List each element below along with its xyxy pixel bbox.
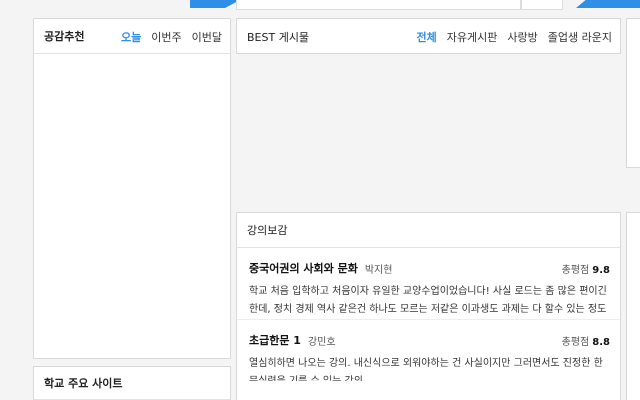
school-sites-panel: 학교 주요 사이트 [33,366,231,400]
lecture-review-item[interactable]: 초급한문 1 강민호 총평점 8.8 열심히하면 나오는 강의. 내신식으로 외워… [237,320,620,381]
course-name: 초급한문 1 [249,334,301,347]
score-label: 총평점 8.8 [561,336,610,348]
tab-free-board[interactable]: 자유게시판 [447,29,498,45]
popular-title: 공감추천 [44,30,85,43]
course-name: 중국어권의 사회와 문화 [249,262,358,275]
lecture-review-title: 강의보감 [247,224,288,237]
top-banner-accent-right [576,0,640,8]
top-banner-segment [521,0,563,10]
school-sites-header: 학교 주요 사이트 [34,367,230,400]
best-posts-title: BEST 게시물 [247,30,310,44]
popular-tabs: 오늘 이번주 이번달 [121,19,222,54]
top-banner-segment [236,0,521,10]
best-posts-tabs: 전체 자유게시판 사랑방 졸업생 라운지 [417,19,612,54]
popular-panel: 공감추천 오늘 이번주 이번달 [33,18,231,359]
lecture-review-panel: 강의보감 중국어권의 사회와 문화 박지현 총평점 9.8 학교 처음 입학하고 … [236,212,621,400]
lecture-review-item[interactable]: 중국어권의 사회와 문화 박지현 총평점 9.8 학교 처음 입학하고 처음이자 … [237,248,620,320]
best-posts-header: BEST 게시물 전체 자유게시판 사랑방 졸업생 라운지 [237,19,620,54]
school-sites-title: 학교 주요 사이트 [44,377,123,390]
tab-this-week[interactable]: 이번주 [151,29,181,45]
score-label: 총평점 9.8 [561,264,610,276]
tab-this-month[interactable]: 이번달 [192,29,222,45]
professor-name: 박지현 [364,264,393,276]
review-text: 열심히하면 나오는 강의. 내신식으로 외워야하는 건 사실이지만 그러면서도 … [249,358,603,381]
top-banner-accent-left [190,0,240,8]
tab-alumni-lounge[interactable]: 졸업생 라운지 [548,29,612,45]
tab-lounge[interactable]: 사랑방 [507,29,537,45]
best-posts-panel: BEST 게시물 전체 자유게시판 사랑방 졸업생 라운지 [236,18,621,54]
tab-today[interactable]: 오늘 [121,29,141,45]
lecture-review-header: 강의보감 [237,213,620,248]
right-panel-clipped [626,212,640,400]
top-banner-strip [0,0,640,12]
tab-all[interactable]: 전체 [417,29,437,45]
popular-header: 공감추천 오늘 이번주 이번달 [34,19,230,54]
score-value: 8.8 [592,336,610,348]
review-text: 학교 처음 입학하고 처음이자 유일한 교양수업이었습니다! 사실 로드는 좀 … [249,286,607,315]
right-panel-clipped [626,18,640,168]
professor-name: 강민호 [307,336,336,348]
score-value: 9.8 [592,264,610,276]
